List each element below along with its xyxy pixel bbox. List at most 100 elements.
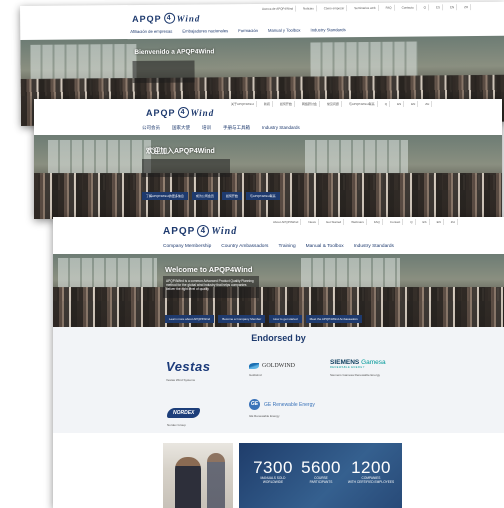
endorser-nordex[interactable]: NORDEX Nordex Group (167, 401, 201, 427)
nav-item[interactable]: 培训 (202, 125, 211, 131)
ge-logo-text: GE Renewable Energy (264, 401, 315, 408)
main-nav: Afiliación de empresas Embajadores nacio… (130, 27, 345, 34)
goldwind-mark-icon (249, 363, 259, 369)
endorser-ge[interactable]: GE GE Renewable Energy GE Renewable Ener… (249, 399, 315, 418)
nav-item[interactable]: Industry Standards (310, 27, 345, 32)
nav-item[interactable]: Afiliación de empresas (130, 29, 172, 34)
endorser-name: Vestas Wind Systems (166, 378, 196, 382)
lang-es[interactable]: ES (421, 219, 430, 225)
logo-text: APQP (132, 13, 162, 24)
lang-es[interactable]: ES (433, 4, 443, 11)
util-link[interactable]: FAQ (372, 219, 383, 225)
siemens-logo-sub: RENEWABLE ENERGY (330, 366, 365, 369)
apqp4wind-logo[interactable]: APQP 4 Wind (163, 225, 237, 237)
hero-title: 欢迎加入APQP4Wind (146, 148, 215, 155)
utility-bar: 关于APQP4Wind 新闻 如何开始 网络研讨会 常见问题 与APQP4Win… (229, 101, 433, 107)
logo-number: 4 (177, 107, 189, 118)
hero-banner: 欢迎加入APQP4Wind 了解APQP4Wind的更多信息 成为公司会员 如何… (34, 135, 502, 219)
logo-number: 4 (163, 12, 175, 24)
lang-es[interactable]: ES (395, 101, 405, 107)
stat-value: 7300 (253, 458, 293, 477)
endorser-goldwind[interactable]: GOLDWIND Goldwind (249, 363, 295, 377)
util-link[interactable]: 新闻 (262, 101, 273, 107)
lang-zh[interactable]: ZH (462, 4, 472, 11)
hero-title: Welcome to APQP4Wind (165, 265, 253, 274)
hero-photo-window (301, 258, 401, 288)
contact-button[interactable]: 与APQP4Wind联系 (245, 192, 280, 200)
nav-manual-toolbox[interactable]: Manual & Toolbox (306, 244, 344, 249)
apqp4wind-logo[interactable]: APQP 4 Wind (132, 12, 200, 24)
meet-ambassadors-button[interactable]: Meet the APQP4Wind Ambassadors (305, 315, 362, 323)
util-link[interactable]: Webinars (349, 219, 367, 225)
hero-photo-window (30, 44, 137, 80)
util-link[interactable]: 关于APQP4Wind (229, 101, 257, 107)
hero-text-box (142, 159, 230, 177)
utility-bar: Acerca de APQP4Wind Noticias Cómo empeza… (260, 4, 472, 12)
nav-item[interactable]: 公司会员 (142, 125, 160, 131)
ge-logo: GE GE Renewable Energy (249, 399, 315, 410)
screenshot-chinese: 关于APQP4Wind 新闻 如何开始 网络研讨会 常见问题 与APQP4Win… (34, 99, 502, 219)
lang-en[interactable]: EN (447, 4, 458, 11)
util-link[interactable]: Contact (388, 219, 404, 225)
nav-item[interactable]: Embajadores nacionales (182, 28, 228, 33)
logo-text: APQP (146, 107, 176, 118)
util-link[interactable]: FAQ (383, 4, 395, 11)
util-link[interactable]: Contacto (399, 4, 417, 11)
learn-more-button[interactable]: Learn more about APQP4Wind (165, 315, 215, 323)
util-link[interactable]: About APQP4Wind (271, 219, 302, 225)
apqp4wind-logo[interactable]: APQP 4 Wind (146, 107, 214, 118)
nav-item[interactable]: 国家大使 (172, 125, 190, 131)
become-member-button[interactable]: 成为公司会员 (191, 192, 218, 200)
nordex-logo: NORDEX (167, 408, 201, 418)
learn-more-button[interactable]: 了解APQP4Wind的更多信息 (142, 192, 188, 200)
lang-zh[interactable]: ZH (449, 219, 458, 225)
nav-company-membership[interactable]: Company Membership (163, 244, 211, 249)
util-link[interactable]: Seminarios web (352, 4, 379, 12)
util-link[interactable]: 如何开始 (278, 101, 295, 107)
nav-item[interactable]: 手册与工具箱 (223, 125, 250, 131)
nav-country-ambassadors[interactable]: Country Ambassadors (221, 244, 268, 249)
util-link[interactable]: Get Started (324, 219, 345, 225)
util-link[interactable]: News (306, 219, 319, 225)
endorser-vestas[interactable]: Vestas Vestas Wind Systems (166, 359, 210, 382)
stat-value: 1200 (351, 458, 391, 477)
util-link[interactable]: 与APQP4Wind联系 (347, 101, 378, 107)
nav-training[interactable]: Training (278, 244, 295, 249)
lang-zh[interactable]: ZH (423, 101, 433, 107)
nav-item[interactable]: Formación (238, 28, 258, 33)
util-link[interactable]: Acerca de APQP4Wind (260, 5, 297, 12)
become-member-button[interactable]: Become a Company Member (218, 315, 266, 323)
hero-text-box (132, 60, 195, 84)
endorser-siemens-gamesa[interactable]: SIEMENS Gamesa RENEWABLE ENERGY Siemens … (330, 359, 386, 377)
stat-label: WORLDWIDE (262, 480, 284, 484)
hero-photo-window (48, 140, 151, 174)
endorsed-section: Endorsed by Vestas Vestas Wind Systems G… (53, 327, 504, 433)
search-icon[interactable]: Q (408, 219, 416, 225)
gamesa-logo-text: Gamesa (361, 359, 386, 366)
util-link[interactable]: Cómo empezar (321, 5, 348, 12)
search-icon[interactable]: Q (383, 101, 391, 107)
hero-buttons: Learn more about APQP4Wind Become a Comp… (165, 315, 362, 323)
util-link[interactable]: 网络研讨会 (300, 101, 320, 107)
endorser-name: GE Renewable Energy (249, 414, 280, 418)
ge-monogram-icon: GE (249, 399, 260, 410)
screenshot-english: About APQP4Wind News Get Started Webinar… (53, 217, 504, 508)
nav-item[interactable]: Manual y Toolbox (268, 28, 301, 33)
hero-body: APQP4Wind is a common Advanced Product Q… (166, 279, 254, 292)
lang-en[interactable]: EN (409, 101, 419, 107)
stat-participants: 5600 COURSE PARTICIPANTS (297, 459, 345, 484)
endorser-name: Goldwind (249, 373, 262, 377)
main-nav: 公司会员 国家大使 培训 手册与工具箱 Industry Standards (142, 125, 300, 131)
hero-photo-window (57, 258, 157, 288)
search-icon[interactable]: Q (421, 4, 429, 11)
util-link[interactable]: Noticias (301, 5, 317, 12)
nav-item[interactable]: Industry Standards (262, 125, 300, 131)
siemens-logo-text: SIEMENS (330, 359, 360, 366)
logo-text: Wind (176, 12, 201, 24)
nav-industry-standards[interactable]: Industry Standards (354, 244, 394, 249)
hero-photo-window (310, 41, 418, 78)
util-link[interactable]: 常见问题 (325, 101, 342, 107)
lang-en[interactable]: EN (435, 219, 444, 225)
get-started-button[interactable]: 如何开始 (221, 192, 242, 200)
get-started-button[interactable]: How to get started (269, 315, 302, 323)
